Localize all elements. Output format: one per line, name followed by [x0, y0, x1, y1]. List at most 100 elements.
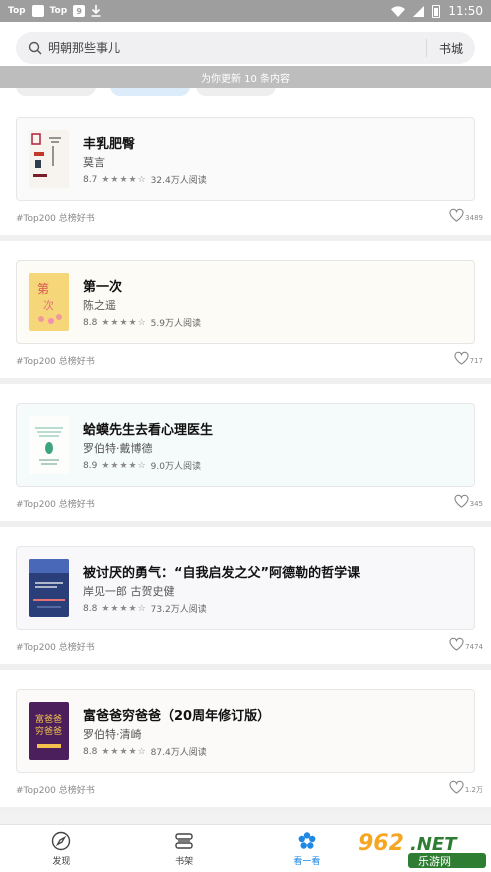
feed-item: 富爸爸 穷爸爸 富爸爸穷爸爸（20周年修订版） 罗伯特·清崎 8.8 ★★★★☆…	[0, 670, 491, 813]
like-count: 7474	[465, 643, 483, 651]
nav-discover-label: 发现	[52, 856, 71, 867]
book-meta: 8.7 ★★★★☆ 32.4万人阅读	[83, 173, 207, 187]
site-watermark-logo: 962 .NET 乐游网	[352, 826, 491, 870]
like-button[interactable]: 3489	[449, 208, 483, 222]
svg-text:穷爸爸: 穷爸爸	[35, 725, 62, 737]
notification-app-icon: 9	[73, 5, 86, 17]
book-rating: 8.8	[83, 603, 98, 614]
watermark-number: 962	[358, 831, 404, 856]
status-bar-right: 11:50	[391, 4, 483, 18]
heart-icon	[454, 494, 469, 508]
search-divider	[425, 39, 427, 57]
star-rating-icon: ★★★★☆	[101, 746, 147, 757]
book-reads: 9.0万人阅读	[150, 462, 201, 472]
watermark-suffix: .NET	[410, 834, 458, 855]
book-title: 第一次	[83, 280, 123, 295]
book-cover	[29, 130, 69, 188]
book-feed[interactable]: 丰乳肥臀 莫言 8.7 ★★★★☆ 32.4万人阅读 #Top200 总榜好书 …	[0, 98, 491, 824]
book-rating: 8.8	[83, 317, 98, 328]
svg-text:次: 次	[43, 298, 54, 312]
heart-icon	[449, 208, 464, 222]
feed-item: 丰乳肥臀 莫言 8.7 ★★★★☆ 32.4万人阅读 #Top200 总榜好书 …	[0, 98, 491, 241]
status-bar: Top Top 9 11:50	[0, 0, 491, 22]
book-reads: 5.9万人阅读	[150, 319, 201, 329]
like-count: 1.2万	[464, 786, 483, 794]
ranking-tag[interactable]: #Top200 总榜好书	[16, 354, 95, 367]
bookshelf-icon	[175, 832, 193, 849]
book-reads: 73.2万人阅读	[150, 605, 207, 615]
star-rating-icon: ★★★★☆	[101, 460, 147, 471]
ranking-tag[interactable]: #Top200 总榜好书	[16, 497, 95, 510]
book-author: 罗伯特·清崎	[83, 728, 142, 741]
book-title: 蛤蟆先生去看心理医生	[83, 423, 214, 438]
book-author: 罗伯特·戴博德	[83, 442, 153, 455]
feed-item: 第 次 第一次 陈之遥 8.8 ★★★★☆ 5.9万人阅读 #Top200 总榜…	[0, 241, 491, 384]
book-author: 岸见一郎 古贺史健	[83, 585, 175, 598]
ranking-tag[interactable]: #Top200 总榜好书	[16, 783, 95, 796]
heart-icon	[449, 780, 464, 794]
book-meta: 8.8 ★★★★☆ 87.4万人阅读	[83, 745, 207, 759]
book-card[interactable]: 丰乳肥臀 莫言 8.7 ★★★★☆ 32.4万人阅读	[16, 117, 475, 201]
book-cover	[29, 559, 69, 617]
battery-icon	[432, 4, 441, 18]
search-input[interactable]	[48, 41, 414, 55]
heart-icon	[454, 351, 469, 365]
compass-icon	[52, 831, 71, 850]
book-meta: 8.9 ★★★★☆ 9.0万人阅读	[83, 459, 201, 473]
nav-look-label: 看一看	[293, 856, 321, 867]
book-rating: 8.9	[83, 460, 98, 471]
like-button[interactable]: 7474	[449, 637, 483, 651]
svg-text:第: 第	[37, 282, 49, 296]
book-cover: 第 次	[29, 273, 69, 331]
book-cover: 富爸爸 穷爸爸	[29, 702, 69, 760]
book-card[interactable]: 富爸爸 穷爸爸 富爸爸穷爸爸（20周年修订版） 罗伯特·清崎 8.8 ★★★★☆…	[16, 689, 475, 773]
search-header: 书城	[0, 22, 491, 68]
status-label-1: Top	[8, 6, 26, 16]
book-card[interactable]: 蛤蟆先生去看心理医生 罗伯特·戴博德 8.9 ★★★★☆ 9.0万人阅读	[16, 403, 475, 487]
book-meta: 8.8 ★★★★☆ 73.2万人阅读	[83, 602, 207, 616]
like-button[interactable]: 345	[454, 494, 483, 508]
star-rating-icon: ★★★★☆	[101, 174, 147, 185]
status-bar-left: Top Top 9	[8, 5, 101, 17]
nav-look[interactable]: 看一看	[246, 825, 369, 872]
ranking-tag[interactable]: #Top200 总榜好书	[16, 640, 95, 653]
flower-icon	[298, 831, 316, 849]
cellular-signal-icon	[413, 5, 425, 17]
heart-icon	[449, 637, 464, 651]
like-count: 3489	[465, 214, 483, 222]
update-banner: 为你更新 10 条内容	[0, 66, 491, 88]
ranking-tag[interactable]: #Top200 总榜好书	[16, 211, 95, 224]
like-button[interactable]: 1.2万	[449, 780, 483, 794]
book-reads: 32.4万人阅读	[150, 176, 207, 186]
feed-item: 蛤蟆先生去看心理医生 罗伯特·戴博德 8.9 ★★★★☆ 9.0万人阅读 #To…	[0, 384, 491, 527]
bookstore-button[interactable]: 书城	[439, 40, 463, 57]
book-meta: 8.8 ★★★★☆ 5.9万人阅读	[83, 316, 201, 330]
nav-shelf-label: 书架	[175, 856, 194, 867]
status-label-2: Top	[49, 6, 68, 16]
feed-item: 被讨厌的勇气：“自我启发之父”阿德勒的哲学课 岸见一郎 古贺史健 8.8 ★★★…	[0, 527, 491, 670]
book-card[interactable]: 被讨厌的勇气：“自我启发之父”阿德勒的哲学课 岸见一郎 古贺史健 8.8 ★★★…	[16, 546, 475, 630]
book-cover	[29, 416, 69, 474]
wifi-icon	[391, 5, 406, 17]
like-count: 345	[469, 500, 483, 508]
star-rating-icon: ★★★★☆	[101, 603, 147, 614]
book-card[interactable]: 第 次 第一次 陈之遥 8.8 ★★★★☆ 5.9万人阅读	[16, 260, 475, 344]
book-author: 陈之遥	[83, 299, 116, 312]
star-rating-icon: ★★★★☆	[101, 317, 147, 328]
book-rating: 8.8	[83, 746, 98, 757]
status-time: 11:50	[448, 4, 483, 18]
book-author: 莫言	[83, 156, 105, 169]
search-icon	[28, 41, 42, 55]
svg-text:富爸爸: 富爸爸	[35, 713, 62, 725]
book-reads: 87.4万人阅读	[150, 748, 207, 758]
nav-shelf[interactable]: 书架	[123, 825, 246, 872]
nav-discover[interactable]: 发现	[0, 825, 123, 872]
notification-square-icon	[31, 5, 44, 17]
book-title: 丰乳肥臀	[83, 137, 136, 152]
like-button[interactable]: 717	[454, 351, 483, 365]
search-bar[interactable]: 书城	[16, 32, 475, 64]
download-icon	[91, 5, 101, 17]
book-title: 富爸爸穷爸爸（20周年修订版）	[83, 709, 271, 724]
book-title: 被讨厌的勇气：“自我启发之父”阿德勒的哲学课	[83, 566, 361, 581]
watermark-site: 乐游网	[418, 855, 451, 868]
